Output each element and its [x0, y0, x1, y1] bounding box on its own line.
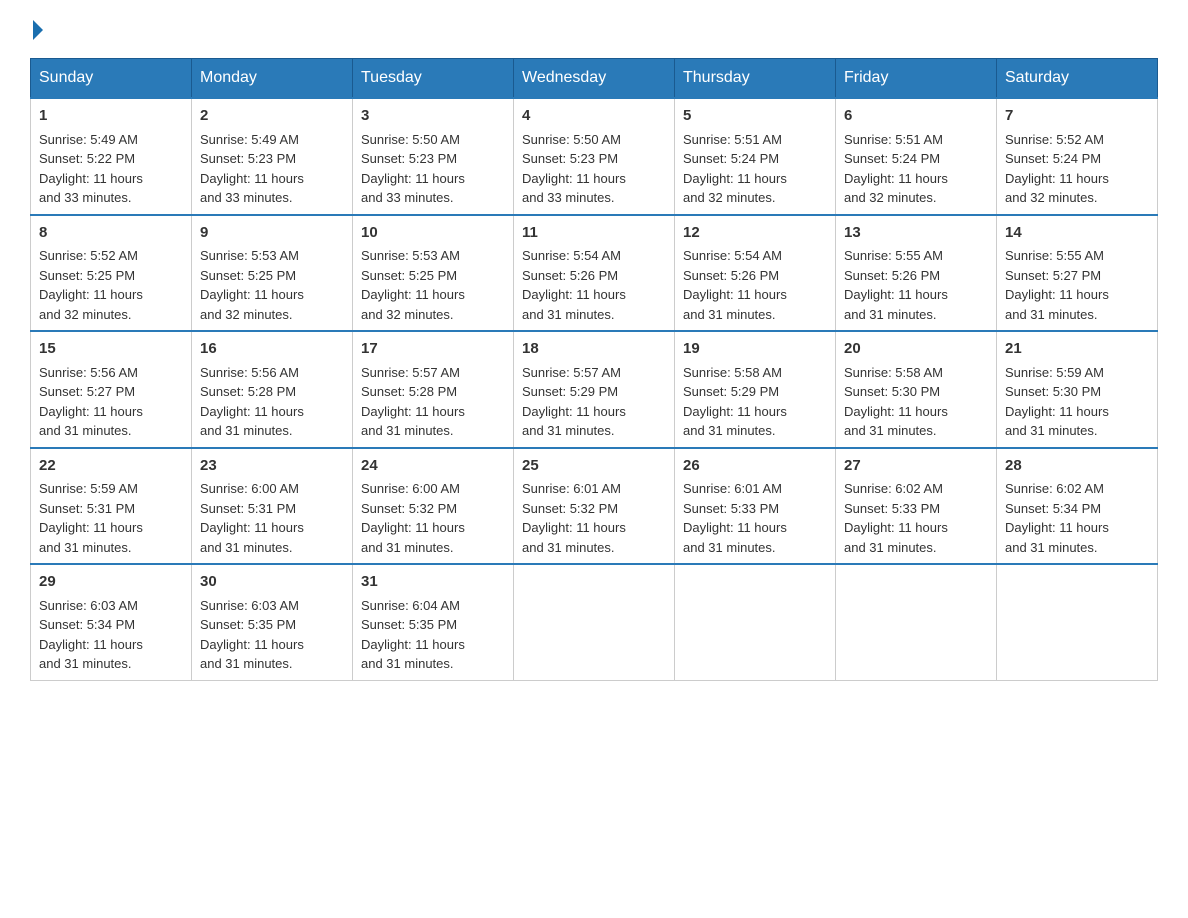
- day-number: 31: [361, 571, 505, 594]
- calendar-cell: 9Sunrise: 5:53 AMSunset: 5:25 PMDaylight…: [192, 215, 353, 332]
- day-number: 13: [844, 222, 988, 245]
- calendar-cell: [997, 564, 1158, 680]
- calendar-cell: 24Sunrise: 6:00 AMSunset: 5:32 PMDayligh…: [353, 448, 514, 565]
- calendar-cell: 20Sunrise: 5:58 AMSunset: 5:30 PMDayligh…: [836, 331, 997, 448]
- day-number: 26: [683, 455, 827, 478]
- calendar-cell: 31Sunrise: 6:04 AMSunset: 5:35 PMDayligh…: [353, 564, 514, 680]
- calendar-cell: [514, 564, 675, 680]
- calendar-cell: 7Sunrise: 5:52 AMSunset: 5:24 PMDaylight…: [997, 98, 1158, 215]
- calendar-cell: 6Sunrise: 5:51 AMSunset: 5:24 PMDaylight…: [836, 98, 997, 215]
- day-number: 2: [200, 105, 344, 128]
- calendar-cell: 25Sunrise: 6:01 AMSunset: 5:32 PMDayligh…: [514, 448, 675, 565]
- day-number: 16: [200, 338, 344, 361]
- day-number: 21: [1005, 338, 1149, 361]
- calendar-cell: 5Sunrise: 5:51 AMSunset: 5:24 PMDaylight…: [675, 98, 836, 215]
- day-number: 25: [522, 455, 666, 478]
- calendar-cell: 1Sunrise: 5:49 AMSunset: 5:22 PMDaylight…: [31, 98, 192, 215]
- day-number: 19: [683, 338, 827, 361]
- calendar-cell: 29Sunrise: 6:03 AMSunset: 5:34 PMDayligh…: [31, 564, 192, 680]
- calendar-cell: 26Sunrise: 6:01 AMSunset: 5:33 PMDayligh…: [675, 448, 836, 565]
- calendar-week-2: 8Sunrise: 5:52 AMSunset: 5:25 PMDaylight…: [31, 215, 1158, 332]
- column-header-saturday: Saturday: [997, 59, 1158, 99]
- calendar-cell: 23Sunrise: 6:00 AMSunset: 5:31 PMDayligh…: [192, 448, 353, 565]
- calendar-week-4: 22Sunrise: 5:59 AMSunset: 5:31 PMDayligh…: [31, 448, 1158, 565]
- calendar-week-3: 15Sunrise: 5:56 AMSunset: 5:27 PMDayligh…: [31, 331, 1158, 448]
- calendar-cell: 27Sunrise: 6:02 AMSunset: 5:33 PMDayligh…: [836, 448, 997, 565]
- calendar-header-row: SundayMondayTuesdayWednesdayThursdayFrid…: [31, 59, 1158, 99]
- day-number: 1: [39, 105, 183, 128]
- calendar-cell: 28Sunrise: 6:02 AMSunset: 5:34 PMDayligh…: [997, 448, 1158, 565]
- day-number: 17: [361, 338, 505, 361]
- calendar-cell: 19Sunrise: 5:58 AMSunset: 5:29 PMDayligh…: [675, 331, 836, 448]
- calendar-cell: 10Sunrise: 5:53 AMSunset: 5:25 PMDayligh…: [353, 215, 514, 332]
- day-number: 6: [844, 105, 988, 128]
- calendar-cell: 15Sunrise: 5:56 AMSunset: 5:27 PMDayligh…: [31, 331, 192, 448]
- column-header-friday: Friday: [836, 59, 997, 99]
- day-number: 3: [361, 105, 505, 128]
- column-header-tuesday: Tuesday: [353, 59, 514, 99]
- calendar-cell: 11Sunrise: 5:54 AMSunset: 5:26 PMDayligh…: [514, 215, 675, 332]
- calendar-week-1: 1Sunrise: 5:49 AMSunset: 5:22 PMDaylight…: [31, 98, 1158, 215]
- calendar-cell: [675, 564, 836, 680]
- calendar-cell: [836, 564, 997, 680]
- day-number: 22: [39, 455, 183, 478]
- day-number: 10: [361, 222, 505, 245]
- day-number: 11: [522, 222, 666, 245]
- day-number: 24: [361, 455, 505, 478]
- calendar-cell: 21Sunrise: 5:59 AMSunset: 5:30 PMDayligh…: [997, 331, 1158, 448]
- calendar-cell: 13Sunrise: 5:55 AMSunset: 5:26 PMDayligh…: [836, 215, 997, 332]
- calendar-cell: 4Sunrise: 5:50 AMSunset: 5:23 PMDaylight…: [514, 98, 675, 215]
- logo-arrow-icon: [33, 20, 43, 40]
- calendar-table: SundayMondayTuesdayWednesdayThursdayFrid…: [30, 58, 1158, 681]
- calendar-cell: 17Sunrise: 5:57 AMSunset: 5:28 PMDayligh…: [353, 331, 514, 448]
- calendar-cell: 16Sunrise: 5:56 AMSunset: 5:28 PMDayligh…: [192, 331, 353, 448]
- column-header-sunday: Sunday: [31, 59, 192, 99]
- day-number: 4: [522, 105, 666, 128]
- column-header-thursday: Thursday: [675, 59, 836, 99]
- calendar-cell: 18Sunrise: 5:57 AMSunset: 5:29 PMDayligh…: [514, 331, 675, 448]
- calendar-week-5: 29Sunrise: 6:03 AMSunset: 5:34 PMDayligh…: [31, 564, 1158, 680]
- day-number: 8: [39, 222, 183, 245]
- day-number: 12: [683, 222, 827, 245]
- day-number: 15: [39, 338, 183, 361]
- calendar-cell: 3Sunrise: 5:50 AMSunset: 5:23 PMDaylight…: [353, 98, 514, 215]
- calendar-cell: 30Sunrise: 6:03 AMSunset: 5:35 PMDayligh…: [192, 564, 353, 680]
- day-number: 20: [844, 338, 988, 361]
- day-number: 9: [200, 222, 344, 245]
- column-header-wednesday: Wednesday: [514, 59, 675, 99]
- column-header-monday: Monday: [192, 59, 353, 99]
- day-number: 5: [683, 105, 827, 128]
- calendar-cell: 2Sunrise: 5:49 AMSunset: 5:23 PMDaylight…: [192, 98, 353, 215]
- calendar-cell: 22Sunrise: 5:59 AMSunset: 5:31 PMDayligh…: [31, 448, 192, 565]
- calendar-cell: 12Sunrise: 5:54 AMSunset: 5:26 PMDayligh…: [675, 215, 836, 332]
- day-number: 28: [1005, 455, 1149, 478]
- calendar-cell: 8Sunrise: 5:52 AMSunset: 5:25 PMDaylight…: [31, 215, 192, 332]
- calendar-cell: 14Sunrise: 5:55 AMSunset: 5:27 PMDayligh…: [997, 215, 1158, 332]
- logo: [30, 20, 43, 40]
- day-number: 23: [200, 455, 344, 478]
- day-number: 7: [1005, 105, 1149, 128]
- day-number: 27: [844, 455, 988, 478]
- day-number: 30: [200, 571, 344, 594]
- page-header: [30, 20, 1158, 40]
- day-number: 14: [1005, 222, 1149, 245]
- day-number: 29: [39, 571, 183, 594]
- day-number: 18: [522, 338, 666, 361]
